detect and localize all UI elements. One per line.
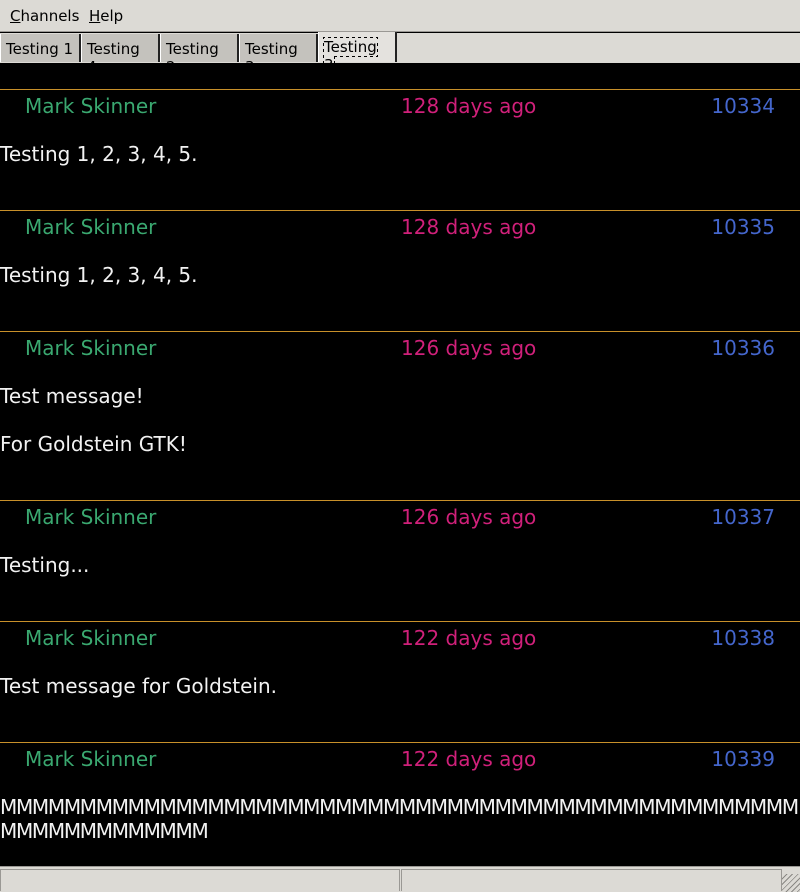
menu-bar: Channels Help <box>0 0 800 32</box>
message-id: 10337 <box>711 505 775 529</box>
message-paragraph: Testing 1, 2, 3, 4, 5. <box>0 142 198 166</box>
message-paragraph: Testing... <box>0 553 90 577</box>
tab-testing-3-active[interactable]: Testing 3 <box>318 32 397 75</box>
message: Mark Skinner 128 days ago 10335 Testing 1, … <box>0 210 800 331</box>
message-date: 128 days ago <box>401 94 537 118</box>
author-name[interactable]: Mark Skinner <box>25 747 156 771</box>
author-name[interactable]: Mark Skinner <box>25 505 156 529</box>
message-header: Mark Skinner 126 days ago 10337 <box>0 501 800 553</box>
message-id: 10336 <box>711 336 775 360</box>
status-panel-left <box>0 869 400 891</box>
message-body: Testing... <box>0 553 800 621</box>
tab-testing-1[interactable]: Testing 1 <box>0 34 81 62</box>
message-body: Testing 1, 2, 3, 4, 5. <box>0 263 800 331</box>
author-name[interactable]: Mark Skinner <box>25 626 156 650</box>
message-date: 126 days ago <box>401 336 537 360</box>
message-date: 122 days ago <box>401 626 537 650</box>
message-list: Mark Skinner 128 days ago 10334 Testing 1, … <box>0 63 800 866</box>
message-header: Mark Skinner 128 days ago 10334 <box>0 90 800 142</box>
resize-grip[interactable] <box>782 874 800 892</box>
message-id: 10338 <box>711 626 775 650</box>
message-id: 10339 <box>711 747 775 771</box>
message: Mark Skinner 126 days ago 10337 Testing... <box>0 500 800 621</box>
message: Mark Skinner 126 days ago 10336 Test messag… <box>0 331 800 500</box>
menu-channels[interactable]: Channels <box>10 7 79 25</box>
message: Mark Skinner 122 days ago 10338 Test messag… <box>0 621 800 742</box>
tab-testing-3[interactable]: Testing 3 <box>239 34 318 76</box>
message-paragraph: Testing 1, 2, 3, 4, 5. <box>0 263 198 287</box>
message: Mark Skinner 122 days ago 10339 MMMMMMMMMMM… <box>0 742 800 866</box>
message-paragraph: For Goldstein GTK! <box>0 432 187 456</box>
message-paragraph: Test message! <box>0 384 144 408</box>
message-paragraph: Test message for Goldstein. <box>0 674 277 698</box>
channel-tabs: Testing 1 Testing 4 Testing 2 Testing 3 … <box>0 32 800 76</box>
message-paragraph: MMMMMMMMMMMMMMMMMMMMMMMMMMMMMMMMMMMMMMMM… <box>0 795 799 843</box>
message-header: Mark Skinner 122 days ago 10339 <box>0 743 800 795</box>
message-header: Mark Skinner 126 days ago 10336 <box>0 332 800 384</box>
author-name[interactable]: Mark Skinner <box>25 336 156 360</box>
status-bar <box>0 866 800 892</box>
message-body: Testing 1, 2, 3, 4, 5. <box>0 142 800 210</box>
status-panel-right <box>401 869 782 891</box>
message-date: 128 days ago <box>401 215 537 239</box>
message-date: 126 days ago <box>401 505 537 529</box>
message: Mark Skinner 128 days ago 10334 Testing 1, … <box>0 89 800 210</box>
message-header: Mark Skinner 128 days ago 10335 <box>0 211 800 263</box>
message-id: 10335 <box>711 215 775 239</box>
message-id: 10334 <box>711 94 775 118</box>
message-date: 122 days ago <box>401 747 537 771</box>
message-body: Test message! For Goldstein GTK! <box>0 384 800 500</box>
author-name[interactable]: Mark Skinner <box>25 215 156 239</box>
message-body: Test message for Goldstein. <box>0 674 800 742</box>
message-body: MMMMMMMMMMMMMMMMMMMMMMMMMMMMMMMMMMMMMMMM… <box>0 795 800 866</box>
author-name[interactable]: Mark Skinner <box>25 94 156 118</box>
menu-help[interactable]: Help <box>89 7 123 25</box>
message-header: Mark Skinner 122 days ago 10338 <box>0 622 800 674</box>
tab-testing-2[interactable]: Testing 2 <box>160 34 239 76</box>
tab-testing-4[interactable]: Testing 4 <box>81 34 160 76</box>
